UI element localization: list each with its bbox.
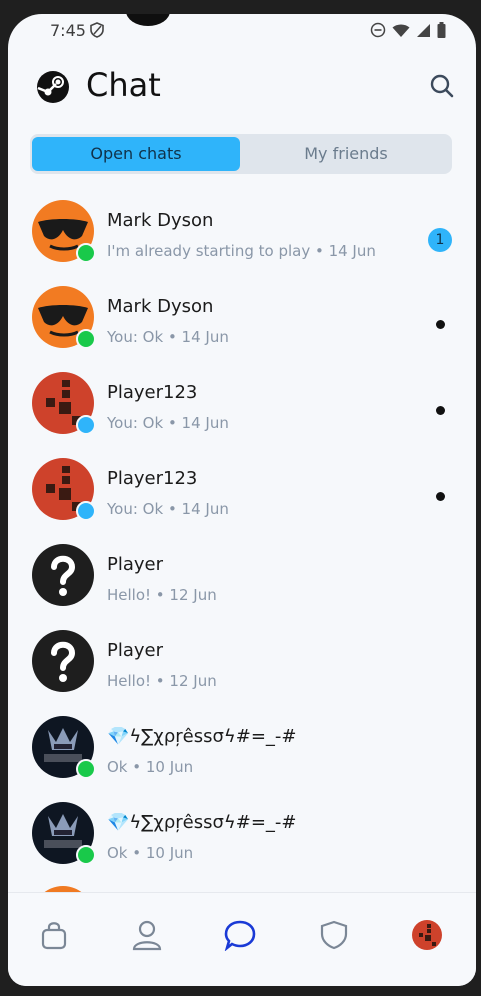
chat-list: Mark Dyson I'm already starting to play … xyxy=(8,190,476,878)
chat-name: Player xyxy=(107,640,164,661)
online-status-dot xyxy=(76,243,96,263)
app-screen: 7:45 Chat Open chats My friends Mark Dys… xyxy=(8,14,476,986)
chat-preview: Ok • 10 Jun xyxy=(107,758,194,776)
bottom-nav xyxy=(8,892,476,986)
search-icon[interactable] xyxy=(428,72,456,100)
signal-icon xyxy=(416,23,431,42)
chat-name: Player123 xyxy=(107,468,198,489)
chat-preview: Ok • 10 Jun xyxy=(107,844,194,862)
battery-icon xyxy=(437,22,446,42)
chat-row[interactable]: 💎ϟ∑χρŗêssσϟ#=_-# Ok • 10 Jun xyxy=(8,792,476,878)
steam-logo-icon xyxy=(36,70,70,104)
chat-name: 💎ϟ∑χρŗêssσϟ#=_-# xyxy=(107,726,297,747)
chat-icon[interactable] xyxy=(220,915,260,955)
chat-row[interactable]: Player Hello! • 12 Jun xyxy=(8,534,476,620)
chat-name: Mark Dyson xyxy=(107,296,214,317)
read-indicator-dot xyxy=(436,320,445,329)
online-status-dot xyxy=(76,329,96,349)
unread-badge: 1 xyxy=(428,228,452,252)
chat-row[interactable]: Player Hello! • 12 Jun xyxy=(8,620,476,706)
profile-icon[interactable] xyxy=(127,915,167,955)
do-not-disturb-icon xyxy=(370,22,386,42)
store-icon[interactable] xyxy=(34,915,74,955)
question-mark-icon xyxy=(32,544,94,606)
avatar xyxy=(32,544,94,606)
chat-name: Player123 xyxy=(107,382,198,403)
security-shield-icon xyxy=(90,22,104,42)
chat-preview: You: Ok • 14 Jun xyxy=(107,328,229,346)
phone-frame: 7:45 Chat Open chats My friends Mark Dys… xyxy=(0,0,481,996)
avatar-icon[interactable] xyxy=(407,915,447,955)
question-mark-icon xyxy=(32,630,94,692)
chat-name: 💎ϟ∑χρŗêssσϟ#=_-# xyxy=(107,812,297,833)
wifi-icon xyxy=(392,23,410,42)
chat-row[interactable]: Mark Dyson You: Ok • 14 Jun xyxy=(8,276,476,362)
chat-row[interactable]: Player123 You: Ok • 14 Jun xyxy=(8,448,476,534)
chat-preview: Hello! • 12 Jun xyxy=(107,672,217,690)
tab-open-chats[interactable]: Open chats xyxy=(32,137,240,171)
chat-name: Mark Dyson xyxy=(107,210,214,231)
read-indicator-dot xyxy=(436,406,445,415)
chat-preview: I'm already starting to play • 14 Jun xyxy=(107,242,376,260)
read-indicator-dot xyxy=(436,492,445,501)
online-status-dot xyxy=(76,759,96,779)
app-header: Chat xyxy=(8,62,476,114)
online-status-dot xyxy=(76,845,96,865)
shield-icon[interactable] xyxy=(314,915,354,955)
status-bar: 7:45 xyxy=(8,14,476,48)
chat-row[interactable]: Player123 You: Ok • 14 Jun xyxy=(8,362,476,448)
chat-preview: You: Ok • 14 Jun xyxy=(107,414,229,432)
page-title: Chat xyxy=(86,66,161,104)
status-time: 7:45 xyxy=(50,21,86,40)
away-status-dot xyxy=(76,501,96,521)
chat-preview: Hello! • 12 Jun xyxy=(107,586,217,604)
chat-name: Player xyxy=(107,554,164,575)
avatar xyxy=(32,630,94,692)
chat-preview: You: Ok • 14 Jun xyxy=(107,500,229,518)
chat-row[interactable]: Mark Dyson I'm already starting to play … xyxy=(8,190,476,276)
chat-tabs: Open chats My friends xyxy=(30,134,452,174)
tab-my-friends[interactable]: My friends xyxy=(242,137,450,171)
chat-row[interactable]: 💎ϟ∑χρŗêssσϟ#=_-# Ok • 10 Jun xyxy=(8,706,476,792)
away-status-dot xyxy=(76,415,96,435)
